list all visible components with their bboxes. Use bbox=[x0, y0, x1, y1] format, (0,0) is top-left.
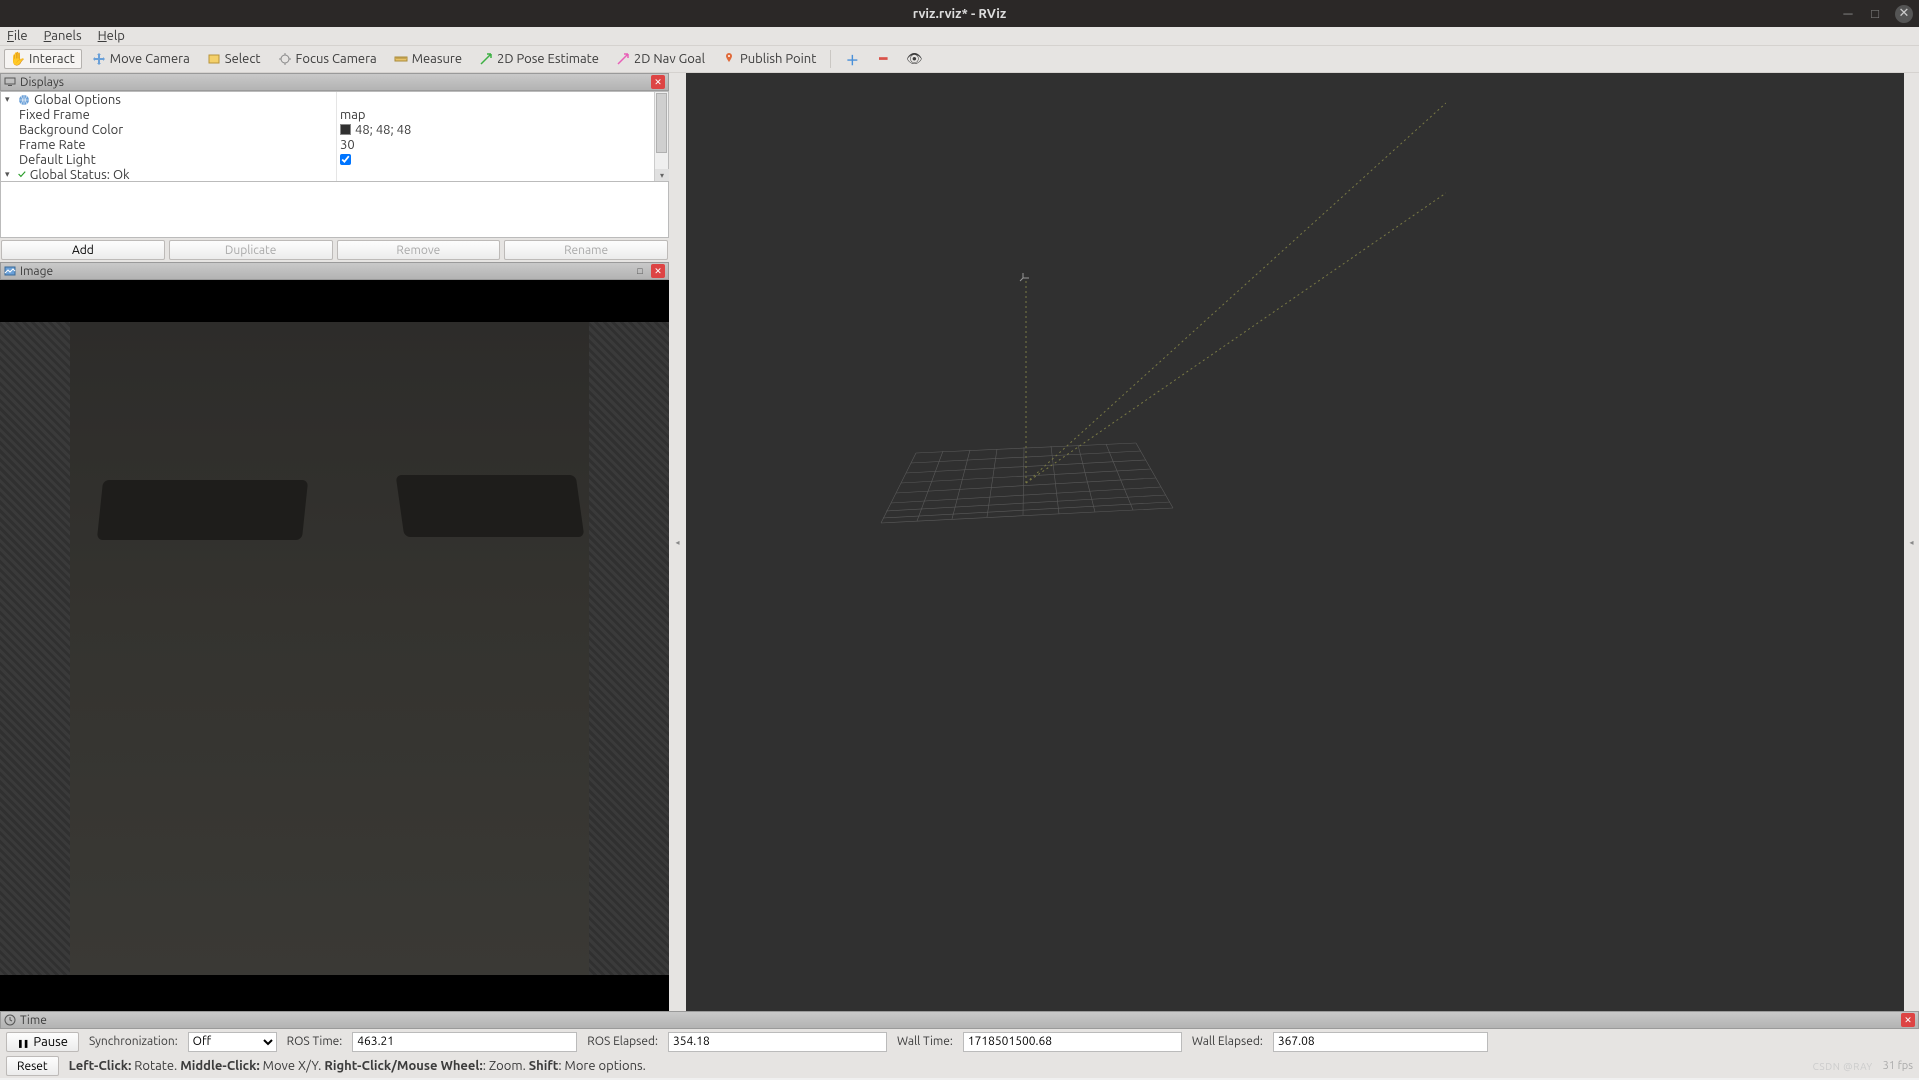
tool-2d-nav-goal[interactable]: 2D Nav Goal bbox=[609, 49, 712, 69]
menubar: File Panels Help bbox=[0, 27, 1919, 46]
select-icon bbox=[207, 52, 221, 66]
image-panel-title: Image bbox=[20, 265, 629, 278]
color-swatch[interactable] bbox=[340, 124, 351, 135]
image-close-icon[interactable]: ✕ bbox=[651, 264, 665, 278]
tool-move-camera-label: Move Camera bbox=[110, 52, 190, 66]
displays-panel-header: Displays ✕ bbox=[0, 73, 669, 91]
maximize-icon[interactable]: □ bbox=[1868, 7, 1882, 21]
splitter-left[interactable] bbox=[669, 73, 686, 1011]
tree-scrollbar[interactable]: ▾ bbox=[654, 92, 668, 181]
tool-select-label: Select bbox=[225, 52, 261, 66]
displays-description bbox=[0, 182, 669, 238]
ros-elapsed-label: ROS Elapsed: bbox=[587, 1035, 658, 1048]
check-icon: ✓ bbox=[18, 169, 26, 181]
wall-time-field[interactable] bbox=[963, 1032, 1182, 1052]
displays-tree[interactable]: ▾ Global Options Fixed Frame map Backgroun… bbox=[1, 92, 654, 181]
tree-fixed-frame-value[interactable]: map bbox=[340, 108, 366, 122]
tool-focus-camera-label: Focus Camera bbox=[296, 52, 377, 66]
tree-frame-rate-label: Frame Rate bbox=[19, 138, 86, 152]
hand-icon: ✋ bbox=[11, 52, 25, 66]
pause-icon bbox=[17, 1035, 30, 1049]
wall-time-label: Wall Time: bbox=[897, 1035, 953, 1048]
image-viewport[interactable] bbox=[0, 280, 669, 1011]
tool-2d-pose-estimate[interactable]: 2D Pose Estimate bbox=[472, 49, 606, 69]
clock-icon bbox=[4, 1014, 16, 1026]
tool-measure-label: Measure bbox=[412, 52, 462, 66]
time-panel-title: Time bbox=[20, 1014, 1897, 1027]
tool-interact-label: Interact bbox=[29, 52, 75, 66]
eye-icon: 👁 bbox=[907, 52, 921, 66]
pause-button[interactable]: Pause bbox=[6, 1032, 79, 1052]
arrow-pink-icon bbox=[616, 52, 630, 66]
window-titlebar: rviz.rviz* - RViz ─ □ ✕ bbox=[0, 0, 1919, 27]
move-icon bbox=[92, 52, 106, 66]
ros-elapsed-field[interactable] bbox=[668, 1032, 887, 1052]
tree-bg-color-value[interactable]: 48; 48; 48 bbox=[355, 123, 411, 137]
focus-icon bbox=[278, 52, 292, 66]
tool-eye[interactable]: 👁 bbox=[900, 49, 928, 69]
default-light-checkbox[interactable] bbox=[340, 154, 351, 165]
close-icon[interactable]: ✕ bbox=[1895, 5, 1913, 23]
tool-measure[interactable]: Measure bbox=[387, 49, 469, 69]
tree-bg-color-label: Background Color bbox=[19, 123, 123, 137]
expand-icon[interactable]: ▾ bbox=[5, 94, 14, 105]
arrow-green-icon bbox=[479, 52, 493, 66]
tree-fixed-frame-label: Fixed Frame bbox=[19, 108, 90, 122]
displays-panel-title: Displays bbox=[20, 76, 647, 89]
image-detach-icon[interactable]: □ bbox=[633, 264, 647, 278]
rename-button: Rename bbox=[504, 240, 668, 260]
tool-2d-pose-label: 2D Pose Estimate bbox=[497, 52, 599, 66]
fps-counter: 31 fps bbox=[1883, 1060, 1913, 1072]
ros-time-field[interactable] bbox=[352, 1032, 577, 1052]
ruler-icon bbox=[394, 52, 408, 66]
wall-elapsed-field[interactable] bbox=[1273, 1032, 1488, 1052]
minimize-icon[interactable]: ─ bbox=[1841, 7, 1855, 21]
sync-label: Synchronization: bbox=[89, 1035, 178, 1048]
menu-panels[interactable]: Panels bbox=[44, 29, 82, 43]
minus-icon: ━ bbox=[876, 52, 890, 66]
tool-publish-point[interactable]: Publish Point bbox=[715, 49, 823, 69]
menu-file[interactable]: File bbox=[7, 29, 28, 43]
status-hints: Left-Click: Rotate. Middle-Click: Move X… bbox=[69, 1059, 1803, 1073]
tool-focus-camera[interactable]: Focus Camera bbox=[271, 49, 384, 69]
toolbar-separator bbox=[830, 50, 831, 68]
tool-move-camera[interactable]: Move Camera bbox=[85, 49, 197, 69]
expand-icon[interactable]: ▾ bbox=[5, 169, 14, 180]
displays-close-icon[interactable]: ✕ bbox=[651, 75, 665, 89]
3d-viewport[interactable] bbox=[686, 73, 1904, 1011]
image-icon bbox=[4, 265, 16, 277]
time-panel-header: Time ✕ bbox=[0, 1011, 1919, 1029]
wall-elapsed-label: Wall Elapsed: bbox=[1192, 1035, 1263, 1048]
tool-select[interactable]: Select bbox=[200, 49, 268, 69]
add-button[interactable]: Add bbox=[1, 240, 165, 260]
tool-publish-point-label: Publish Point bbox=[740, 52, 816, 66]
plus-icon: ＋ bbox=[845, 52, 859, 66]
pause-label: Pause bbox=[33, 1035, 68, 1049]
tree-frame-rate-value[interactable]: 30 bbox=[340, 138, 355, 152]
statusbar: Reset Left-Click: Rotate. Middle-Click: … bbox=[0, 1054, 1919, 1078]
tool-interact[interactable]: ✋ Interact bbox=[4, 49, 82, 69]
time-close-icon[interactable]: ✕ bbox=[1901, 1013, 1915, 1027]
tool-minus[interactable]: ━ bbox=[869, 49, 897, 69]
window-title: rviz.rviz* - RViz bbox=[913, 7, 1007, 21]
tree-global-options: Global Options bbox=[34, 93, 121, 107]
globe-icon bbox=[18, 94, 30, 106]
pin-icon bbox=[722, 52, 736, 66]
tool-2d-nav-label: 2D Nav Goal bbox=[634, 52, 705, 66]
tool-plus[interactable]: ＋ bbox=[838, 49, 866, 69]
image-panel-header: Image □ ✕ bbox=[0, 262, 669, 280]
menu-help[interactable]: Help bbox=[98, 29, 125, 43]
splitter-right[interactable] bbox=[1904, 73, 1919, 1011]
toolbar: ✋ Interact Move Camera Select Focus Came… bbox=[0, 46, 1919, 73]
sync-select[interactable]: Off bbox=[188, 1032, 277, 1052]
reset-button[interactable]: Reset bbox=[6, 1056, 59, 1076]
remove-button: Remove bbox=[337, 240, 501, 260]
tree-global-status: Global Status: Ok bbox=[30, 168, 130, 182]
ros-time-label: ROS Time: bbox=[287, 1035, 343, 1048]
tree-default-light-label: Default Light bbox=[19, 153, 96, 167]
monitor-icon bbox=[4, 76, 16, 88]
duplicate-button: Duplicate bbox=[169, 240, 333, 260]
watermark: CSDN @RAY bbox=[1813, 1061, 1873, 1072]
